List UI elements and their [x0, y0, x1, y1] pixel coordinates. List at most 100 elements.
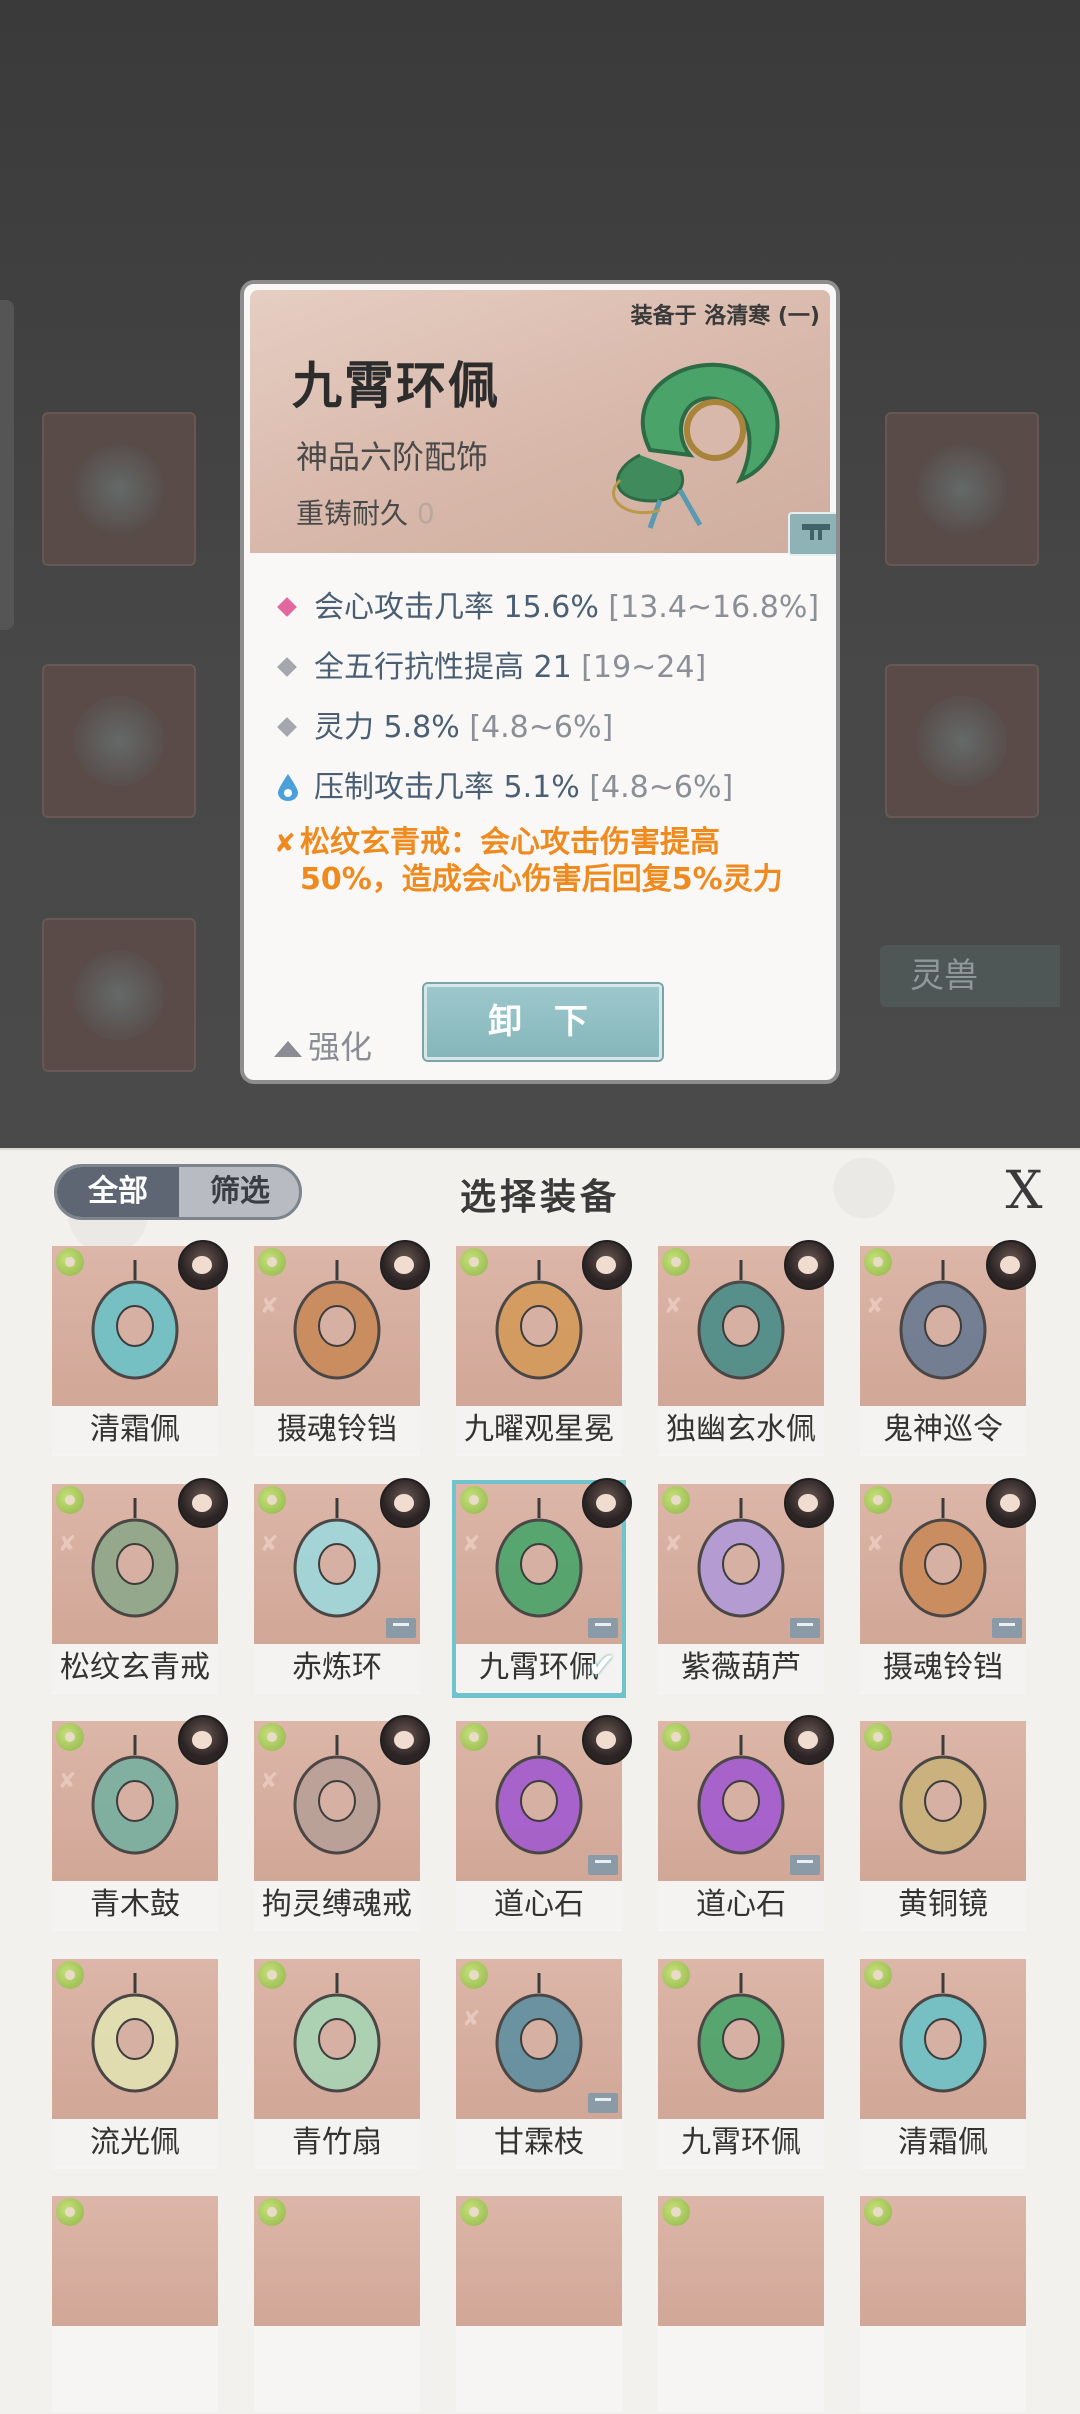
owner-avatar [380, 1715, 430, 1765]
stat-name: 灵力 [314, 710, 374, 745]
equipment-item[interactable]: 道心石 [456, 1715, 632, 1931]
enhance-button[interactable]: 强化 [274, 1022, 372, 1068]
item-label: 拘灵缚魂戒 [254, 1881, 420, 1929]
bg-equip-slot[interactable] [885, 664, 1039, 818]
item-label: 流光佩 [52, 2119, 218, 2167]
equipment-item[interactable]: ✘ 青木鼓 [52, 1715, 228, 1931]
item-label: 松纹玄青戒 [52, 1644, 218, 1692]
element-badge-icon [662, 1723, 690, 1751]
set-effect-text: 松纹玄青戒：会心攻击伤害提高50%，造成会心伤害后回复5%灵力 [300, 825, 783, 897]
element-badge-icon [258, 1723, 286, 1751]
set-mark-icon: ✘ [462, 2007, 481, 2032]
equipment-item[interactable]: 黄铜镜 [860, 1721, 1026, 1931]
element-badge-icon [258, 1486, 286, 1514]
equipment-item[interactable]: 流光佩 [52, 1959, 218, 2169]
equipment-item[interactable]: 道心石 [658, 1715, 834, 1931]
element-badge-icon [864, 1248, 892, 1276]
owner-avatar [380, 1240, 430, 1290]
equipment-item[interactable]: 九霄环佩 [658, 1959, 824, 2169]
owner-avatar [380, 1478, 430, 1528]
element-badge-icon [56, 1961, 84, 1989]
equipment-item[interactable]: ✘ 松纹玄青戒 [52, 1478, 228, 1694]
equipment-item-partial[interactable] [456, 2196, 622, 2412]
unequip-button[interactable]: 卸 下 [424, 984, 662, 1060]
equipment-item[interactable]: 清霜佩 [52, 1240, 228, 1456]
stat-line: 会心攻击几率 15.6% [13.4~16.8%] [274, 582, 819, 626]
owner-avatar [784, 1240, 834, 1290]
element-badge-icon [662, 1248, 690, 1276]
equipment-item-partial[interactable] [52, 2196, 218, 2412]
item-label: 紫薇葫芦 [658, 1644, 824, 1692]
water-drop-icon [278, 773, 298, 801]
equipment-item[interactable]: ✘ 鬼神巡令 [860, 1240, 1036, 1456]
element-badge-icon [864, 1486, 892, 1514]
lock-icon [386, 1618, 416, 1638]
item-label: 九霄环佩 [658, 2119, 824, 2167]
item-label: 独幽玄水佩 [658, 1406, 824, 1454]
owner-avatar [582, 1240, 632, 1290]
stat-value: 15.6% [503, 590, 599, 625]
equipment-item[interactable]: 青竹扇 [254, 1959, 420, 2169]
side-handle[interactable] [0, 300, 14, 630]
stat-name: 压制攻击几率 [314, 770, 494, 805]
equipment-item-partial[interactable] [254, 2196, 420, 2412]
element-badge-icon [56, 1486, 84, 1514]
bg-equip-slot[interactable] [42, 412, 196, 566]
equipment-item[interactable]: ✘ 独幽玄水佩 [658, 1240, 834, 1456]
equipment-item-partial[interactable] [860, 2196, 1026, 2412]
element-badge-icon [864, 1723, 892, 1751]
enhance-label: 强化 [308, 1028, 373, 1066]
lock-icon [992, 1618, 1022, 1638]
set-effect: ✘ 松纹玄青戒：会心攻击伤害提高50%，造成会心伤害后回复5%灵力 [274, 824, 814, 898]
equipment-item[interactable]: ✘ 九霄环佩 ✔ [452, 1478, 632, 1698]
stat-range: [4.8~6%] [589, 770, 734, 805]
stat-value: 21 [533, 650, 572, 685]
item-label: 青木鼓 [52, 1881, 218, 1929]
stat-name: 全五行抗性提高 [314, 650, 524, 685]
owner-avatar [582, 1715, 632, 1765]
owner-avatar [986, 1240, 1036, 1290]
equipment-item[interactable]: ✘ 赤炼环 [254, 1478, 430, 1694]
up-arrow-icon [274, 1041, 302, 1057]
equipment-item[interactable]: 九曜观星冕 [456, 1240, 632, 1456]
bg-equip-slot[interactable] [42, 664, 196, 818]
bg-equip-slot[interactable] [42, 918, 196, 1072]
equipment-item[interactable]: ✘ 摄魂铃铛 [860, 1478, 1036, 1694]
equipped-on-label: 装备于 洛清寒 (一) [630, 304, 820, 329]
stat-range: [13.4~16.8%] [608, 590, 820, 625]
set-mark-icon: ✘ [866, 1532, 885, 1557]
bg-equip-slot[interactable] [885, 412, 1039, 566]
element-badge-icon [258, 1248, 286, 1276]
item-label: 摄魂铃铛 [254, 1406, 420, 1454]
item-label: 道心石 [456, 1881, 622, 1929]
stat-name: 会心攻击几率 [314, 590, 494, 625]
stat-line: 灵力 5.8% [4.8~6%] [274, 702, 613, 746]
element-badge-icon [460, 1248, 488, 1276]
equipment-item[interactable]: 清霜佩 [860, 1959, 1026, 2169]
close-icon[interactable]: X [1000, 1164, 1048, 1218]
element-badge-icon [258, 1961, 286, 1989]
spirit-beast-tab[interactable]: 灵兽 [880, 945, 1060, 1007]
element-badge-icon [662, 2198, 690, 2226]
item-label: 鬼神巡令 [860, 1406, 1026, 1454]
stat-line: 压制攻击几率 5.1% [4.8~6%] [274, 762, 733, 806]
item-detail-card: 装备于 洛清寒 (一) 九霄环佩 神品六阶配饰 重铸耐久 0 会心攻击几率 15… [240, 280, 840, 1084]
jade-pendant-icon [612, 362, 780, 529]
spirit-beast-tab-label: 灵兽 [910, 956, 978, 996]
item-label: 摄魂铃铛 [860, 1644, 1026, 1692]
panel-title: 选择装备 [459, 1177, 620, 1218]
element-badge-icon [56, 2198, 84, 2226]
element-badge-icon [460, 1486, 488, 1514]
lock-icon [588, 2093, 618, 2113]
equipment-item[interactable]: ✘ 甘霖枝 [456, 1959, 622, 2169]
equipment-item[interactable]: ✘ 拘灵缚魂戒 [254, 1715, 430, 1931]
equipment-item[interactable]: ✘ 紫薇葫芦 [658, 1478, 834, 1694]
equipment-item-partial[interactable] [658, 2196, 824, 2412]
lock-icon [790, 1618, 820, 1638]
element-badge-icon [258, 2198, 286, 2226]
lock-icon [790, 1855, 820, 1875]
element-badge-icon [662, 1961, 690, 1989]
equipment-item[interactable]: ✘ 摄魂铃铛 [254, 1240, 430, 1456]
stat-value: 5.1% [503, 770, 580, 805]
lock-button[interactable] [788, 512, 836, 556]
